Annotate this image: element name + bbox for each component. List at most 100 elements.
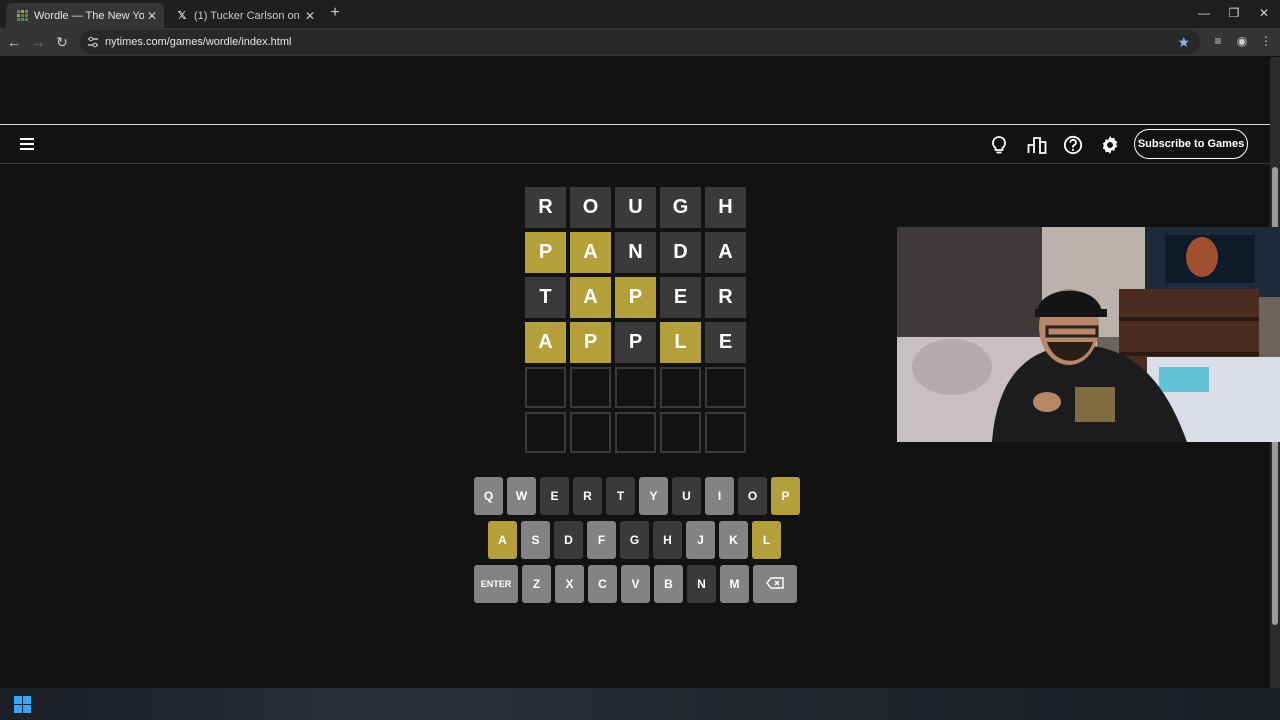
key-e[interactable]: E: [540, 477, 569, 515]
ad-banner-area: [0, 57, 1270, 125]
key-v[interactable]: V: [621, 565, 650, 603]
board-tile: [660, 412, 701, 453]
tab-title: Wordle — The New York Times: [34, 9, 144, 22]
key-r[interactable]: R: [573, 477, 602, 515]
back-icon[interactable]: ←: [6, 34, 22, 50]
key-f[interactable]: F: [587, 521, 616, 559]
board-tile: T: [525, 277, 566, 318]
board-tile: [615, 412, 656, 453]
board-tile: D: [660, 232, 701, 273]
settings-icon[interactable]: [1098, 133, 1122, 157]
board-tile: A: [705, 232, 746, 273]
browser-menu-icon[interactable]: ⋮: [1258, 34, 1274, 50]
board-tile: P: [615, 277, 656, 318]
profile-icon[interactable]: ◉: [1234, 34, 1250, 50]
windows-start-icon[interactable]: [14, 696, 31, 713]
key-s[interactable]: S: [521, 521, 550, 559]
board-tile: R: [705, 277, 746, 318]
new-tab-icon[interactable]: +: [327, 5, 343, 21]
help-icon[interactable]: [1061, 133, 1085, 157]
close-window-icon[interactable]: ✕: [1254, 6, 1274, 20]
media-queue-icon[interactable]: ≡: [1210, 34, 1226, 50]
key-d[interactable]: D: [554, 521, 583, 559]
board-tile: [525, 412, 566, 453]
keyboard-row: QWERTYUIOP: [474, 477, 804, 515]
key-h[interactable]: H: [653, 521, 682, 559]
board-tile: A: [570, 232, 611, 273]
board-tile: P: [615, 322, 656, 363]
close-tab-icon[interactable]: ✕: [302, 9, 318, 23]
key-w[interactable]: W: [507, 477, 536, 515]
wordle-grid-icon: [16, 10, 28, 22]
key-g[interactable]: G: [620, 521, 649, 559]
key-j[interactable]: J: [686, 521, 715, 559]
wordle-board: ROUGHPANDATAPERAPPLE: [525, 187, 750, 457]
board-tile: [660, 367, 701, 408]
close-tab-icon[interactable]: ✕: [144, 9, 160, 23]
board-tile: O: [570, 187, 611, 228]
board-tile: [525, 367, 566, 408]
keyboard-row: ENTER Z X C V B N M: [474, 565, 801, 603]
backspace-icon: [766, 577, 784, 591]
key-l[interactable]: L: [752, 521, 781, 559]
board-row: TAPER: [525, 277, 750, 318]
key-a[interactable]: A: [488, 521, 517, 559]
key-n[interactable]: N: [687, 565, 716, 603]
tab-wordle[interactable]: Wordle — The New York Times ✕: [6, 3, 164, 28]
stats-icon[interactable]: [1025, 133, 1049, 157]
board-tile: U: [615, 187, 656, 228]
subscribe-button[interactable]: Subscribe to Games: [1134, 129, 1248, 159]
menu-icon[interactable]: [20, 138, 34, 150]
minimize-icon[interactable]: —: [1194, 6, 1214, 20]
keyboard-row: ASDFGHJKL: [488, 521, 785, 559]
key-p[interactable]: P: [771, 477, 800, 515]
x-logo-icon: 𝕏: [177, 10, 187, 22]
os-taskbar: [0, 688, 1280, 720]
board-row: PANDA: [525, 232, 750, 273]
key-b[interactable]: B: [654, 565, 683, 603]
browser-toolbar: ← → ↻ nytimes.com/games/wordle/index.htm…: [0, 28, 1280, 56]
site-info-icon[interactable]: [86, 35, 100, 49]
board-row: [525, 412, 750, 453]
reload-icon[interactable]: ↻: [54, 34, 70, 50]
board-tile: E: [705, 322, 746, 363]
forward-icon[interactable]: →: [30, 34, 46, 50]
browser-tab-strip: Wordle — The New York Times ✕ 𝕏 (1) Tuck…: [0, 0, 1280, 28]
key-y[interactable]: Y: [639, 477, 668, 515]
board-tile: L: [660, 322, 701, 363]
board-row: [525, 367, 750, 408]
key-c[interactable]: C: [588, 565, 617, 603]
key-i[interactable]: I: [705, 477, 734, 515]
key-z[interactable]: Z: [522, 565, 551, 603]
address-bar[interactable]: nytimes.com/games/wordle/index.html ★: [80, 30, 1200, 54]
board-tile: P: [570, 322, 611, 363]
tab-twitter[interactable]: 𝕏 (1) Tucker Carlson on X: "Once ✕: [166, 3, 322, 28]
board-tile: N: [615, 232, 656, 273]
restore-icon[interactable]: ❐: [1224, 6, 1244, 20]
key-x[interactable]: X: [555, 565, 584, 603]
backspace-key[interactable]: [753, 565, 797, 603]
key-u[interactable]: U: [672, 477, 701, 515]
board-tile: [570, 412, 611, 453]
key-o[interactable]: O: [738, 477, 767, 515]
board-row: ROUGH: [525, 187, 750, 228]
board-tile: A: [570, 277, 611, 318]
game-header: Subscribe to Games: [0, 126, 1270, 164]
hint-bulb-icon[interactable]: [987, 133, 1011, 157]
bookmark-star-icon[interactable]: ★: [1177, 34, 1190, 51]
key-m[interactable]: M: [720, 565, 749, 603]
board-tile: P: [525, 232, 566, 273]
board-tile: A: [525, 322, 566, 363]
board-tile: [615, 367, 656, 408]
key-q[interactable]: Q: [474, 477, 503, 515]
board-tile: [570, 367, 611, 408]
board-tile: [705, 412, 746, 453]
webcam-overlay: [897, 227, 1280, 442]
url-text: nytimes.com/games/wordle/index.html: [105, 36, 292, 48]
board-tile: E: [660, 277, 701, 318]
key-k[interactable]: K: [719, 521, 748, 559]
board-tile: R: [525, 187, 566, 228]
key-t[interactable]: T: [606, 477, 635, 515]
board-tile: G: [660, 187, 701, 228]
enter-key[interactable]: ENTER: [474, 565, 518, 603]
